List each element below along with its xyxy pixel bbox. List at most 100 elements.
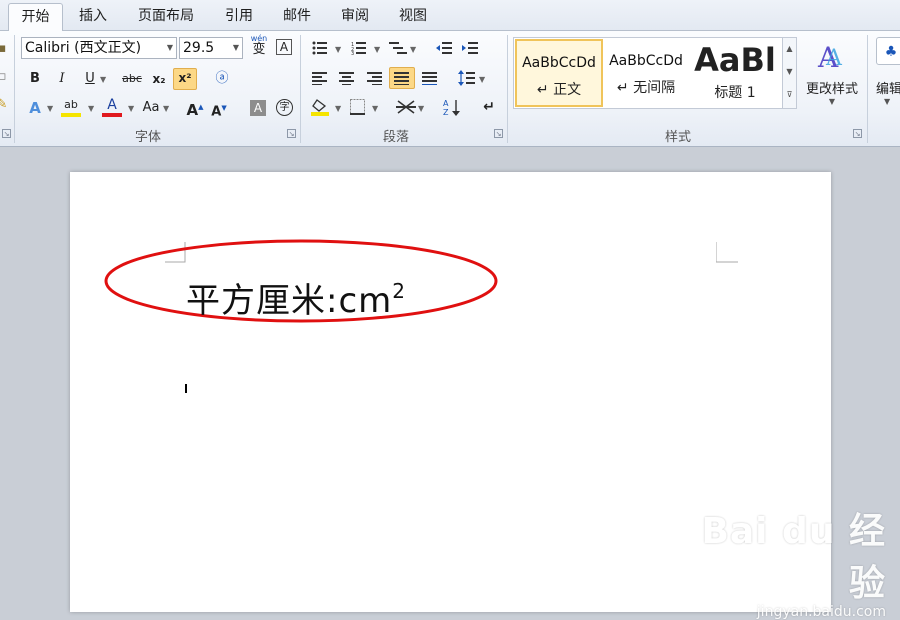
clipboard-launcher-icon[interactable]: ↘ <box>2 129 11 138</box>
superscript-button[interactable]: x² <box>173 68 197 90</box>
change-styles-label: 更改样式 <box>805 82 858 97</box>
group-separator <box>14 35 15 143</box>
copy-icon[interactable]: ▫ <box>0 67 8 87</box>
borders-icon[interactable] <box>350 99 366 115</box>
watermark-url: jingyan.baidu.com <box>756 604 886 620</box>
shrink-font-button[interactable]: A▼ <box>209 98 229 120</box>
document-area[interactable]: 平方厘米:cm2 Bai du 经验 jingyan.baidu.com <box>0 147 900 620</box>
tab-view[interactable]: 视图 <box>388 3 438 31</box>
tab-references[interactable]: 引用 <box>214 3 264 31</box>
font-color-bar <box>102 113 122 117</box>
underline-button[interactable]: U <box>80 69 100 89</box>
chevron-down-icon[interactable]: ▼ <box>374 45 380 54</box>
chevron-down-icon[interactable]: ▼ <box>479 75 485 84</box>
font-color-label: A <box>107 97 117 113</box>
chevron-down-icon: ▼ <box>828 97 836 106</box>
clear-formatting-icon[interactable]: ⓐ <box>212 69 232 89</box>
bullets-icon[interactable] <box>312 41 328 55</box>
chevron-down-icon[interactable]: ▼ <box>372 104 378 113</box>
shading-icon[interactable] <box>311 98 331 116</box>
style-sample: AaBbCcDd <box>609 53 683 69</box>
align-right-icon[interactable] <box>367 71 383 85</box>
numbering-icon[interactable]: 1 2 3 <box>351 41 367 55</box>
change-styles-button[interactable]: A A 更改样式 ▼ <box>800 37 864 123</box>
style-sample: AaBbCcDd <box>522 55 596 71</box>
font-name-combo[interactable]: Calibri (西文正文) ▼ <box>21 37 177 59</box>
tab-page-layout[interactable]: 页面布局 <box>126 3 206 31</box>
font-size-combo[interactable]: 29.5 ▼ <box>179 37 243 59</box>
font-size-value: 29.5 <box>183 40 215 56</box>
style-heading-1[interactable]: AaBl 标题 1 <box>690 39 780 107</box>
justify-icon <box>394 72 409 85</box>
chevron-down-icon[interactable]: ▼ <box>163 104 169 113</box>
strikethrough-button[interactable]: abc <box>120 69 144 89</box>
find-icon: ♣ <box>876 37 900 65</box>
italic-button[interactable]: I <box>52 69 72 89</box>
decrease-indent-icon[interactable] <box>436 41 452 55</box>
paragraph-dialog-launcher-icon[interactable]: ↘ <box>494 129 503 138</box>
svg-text:Z: Z <box>443 108 449 116</box>
tab-insert[interactable]: 插入 <box>68 3 118 31</box>
style-name: 标题 1 <box>714 85 756 101</box>
svg-text:A: A <box>825 46 843 71</box>
gallery-more-icon[interactable]: ⊽ <box>782 84 796 108</box>
align-center-icon[interactable] <box>339 71 355 85</box>
style-name: ↵ 正文 <box>536 82 582 98</box>
character-shading-button[interactable]: A <box>250 100 266 116</box>
distributed-icon[interactable] <box>422 71 438 85</box>
highlight-button[interactable]: ab <box>60 97 82 119</box>
font-group-label: 字体 <box>134 130 161 145</box>
font-dialog-launcher-icon[interactable]: ↘ <box>287 129 296 138</box>
chinese-layout-icon[interactable] <box>396 98 416 116</box>
chevron-down-icon[interactable]: ▼ <box>100 75 106 84</box>
change-styles-icon: A A <box>817 41 843 74</box>
subscript-button[interactable]: x₂ <box>148 69 170 89</box>
chevron-down-icon[interactable]: ▼ <box>128 104 134 113</box>
style-no-spacing[interactable]: AaBbCcDd ↵ 无间隔 <box>605 39 687 107</box>
sort-icon[interactable]: AZ <box>443 98 461 116</box>
edit-button[interactable]: ♣ 编辑 ▼ <box>876 37 900 123</box>
grow-font-label: A <box>186 101 199 119</box>
style-normal[interactable]: AaBbCcDd ↵ 正文 <box>515 39 603 107</box>
show-marks-icon[interactable]: ↵ <box>479 97 499 117</box>
highlight-color-bar <box>61 113 81 117</box>
character-border-button[interactable]: A <box>276 39 292 55</box>
document-text-main: 平方厘米:cm <box>186 281 393 321</box>
chevron-down-icon[interactable]: ▼ <box>418 104 424 113</box>
multilevel-list-icon[interactable] <box>389 41 407 55</box>
align-left-icon[interactable] <box>312 71 328 85</box>
baidu-watermark: Bai du 经验 jingyan.baidu.com <box>696 502 886 620</box>
line-spacing-icon[interactable] <box>458 70 476 86</box>
gallery-scroll-down-icon[interactable]: ▼ <box>782 61 796 84</box>
gallery-scroll-up-icon[interactable]: ▲ <box>782 38 796 61</box>
text-effect-button[interactable]: A <box>25 98 45 118</box>
grow-font-button[interactable]: A▲ <box>185 97 205 119</box>
shrink-font-label: A <box>211 104 222 120</box>
format-painter-icon[interactable]: ✎ <box>0 95 8 115</box>
paste-icon[interactable]: ▪ <box>0 39 8 59</box>
increase-indent-icon[interactable] <box>462 41 478 55</box>
chevron-down-icon[interactable]: ▼ <box>335 104 341 113</box>
enclose-characters-button[interactable]: 字 <box>276 99 293 116</box>
bold-button[interactable]: B <box>25 69 45 89</box>
chevron-down-icon[interactable]: ▼ <box>88 104 94 113</box>
chevron-down-icon: ▼ <box>232 43 239 52</box>
font-color-button[interactable]: A <box>101 97 123 119</box>
chevron-down-icon[interactable]: ▼ <box>410 45 416 54</box>
chevron-down-icon[interactable]: ▼ <box>335 45 341 54</box>
document-text[interactable]: 平方厘米:cm2 <box>186 273 406 322</box>
phonetic-char: 变 <box>252 42 266 57</box>
style-name: ↵ 无间隔 <box>616 80 676 96</box>
chevron-down-icon[interactable]: ▼ <box>47 104 53 113</box>
justify-button[interactable] <box>389 67 415 89</box>
tab-home[interactable]: 开始 <box>8 3 63 32</box>
tab-review[interactable]: 审阅 <box>330 3 380 31</box>
styles-dialog-launcher-icon[interactable]: ↘ <box>853 129 862 138</box>
group-separator <box>867 35 868 143</box>
text-cursor <box>185 384 187 393</box>
styles-gallery: AaBbCcDd ↵ 正文 AaBbCcDd ↵ 无间隔 AaBl 标题 1 ▲… <box>513 37 797 109</box>
tab-mailings[interactable]: 邮件 <box>272 3 322 31</box>
phonetic-guide-button[interactable]: wén 变 <box>248 35 270 59</box>
change-case-button[interactable]: Aa <box>140 98 162 118</box>
styles-group-label: 样式 <box>664 130 691 145</box>
